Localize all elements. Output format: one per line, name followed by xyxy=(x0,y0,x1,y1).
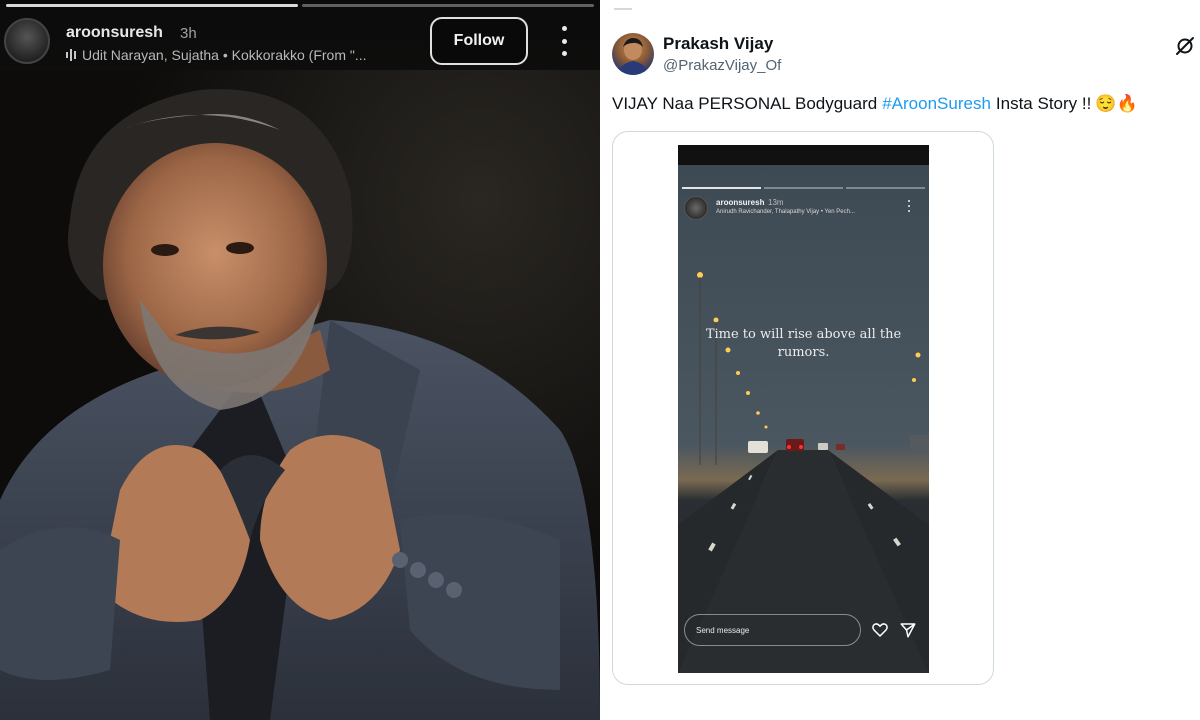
grok-icon[interactable] xyxy=(1174,35,1196,57)
paper-plane-icon xyxy=(900,623,916,638)
night-road-scene xyxy=(678,145,929,673)
mini-story-username: aroonsuresh xyxy=(716,198,765,207)
thread-connector xyxy=(614,8,632,10)
story-caption: Time to will rise above all the rumors. xyxy=(705,327,902,360)
mini-progress-segment xyxy=(682,187,761,189)
story-time: 3h xyxy=(180,25,197,42)
heart-icon xyxy=(872,623,888,637)
music-equalizer-icon xyxy=(66,48,76,62)
mini-progress-segment xyxy=(764,187,843,189)
instagram-story-left: aroonsuresh 3h Udit Narayan, Sujatha • K… xyxy=(0,0,600,720)
mini-story-progress-bar xyxy=(682,187,925,189)
mini-story-time: 13m xyxy=(768,198,784,207)
story-username[interactable]: aroonsuresh xyxy=(66,24,163,42)
embedded-story-screenshot: aroonsuresh 13m Anirudh Ravichander, Tha… xyxy=(678,145,929,673)
author-handle[interactable]: @PrakazVijay_Of xyxy=(663,57,781,74)
author-name[interactable]: Prakash Vijay xyxy=(663,34,773,54)
mini-progress-segment xyxy=(846,187,925,189)
more-vertical-icon[interactable] xyxy=(556,26,572,56)
mini-story-avatar xyxy=(684,196,708,220)
send-message-input: Send message xyxy=(684,614,861,646)
author-avatar[interactable] xyxy=(612,33,654,75)
tweet-media-card[interactable]: aroonsuresh 13m Anirudh Ravichander, Tha… xyxy=(612,131,994,685)
story-photo xyxy=(0,70,600,720)
mini-more-vertical-icon xyxy=(908,200,912,212)
story-music-info[interactable]: Udit Narayan, Sujatha • Kokkorakko (From… xyxy=(66,47,367,63)
tweet-text-end: Insta Story !! xyxy=(995,94,1092,113)
tweet-text-start: VIJAY Naa PERSONAL Bodyguard xyxy=(612,94,878,113)
story-progress-segment xyxy=(302,4,594,7)
story-progress-segment xyxy=(6,4,298,7)
tweet-emojis: 😌🔥 xyxy=(1095,94,1138,113)
mini-story-music: Anirudh Ravichander, Thalapathy Vijay • … xyxy=(716,209,855,215)
story-avatar[interactable] xyxy=(4,18,50,64)
story-music-label: Udit Narayan, Sujatha • Kokkorakko (From… xyxy=(82,47,367,63)
tweet: Prakash Vijay @PrakazVijay_Of VIJAY Naa … xyxy=(600,0,1200,720)
hashtag-link[interactable]: #AroonSuresh xyxy=(882,94,991,114)
tweet-text: VIJAY Naa PERSONAL Bodyguard #AroonSures… xyxy=(612,94,1138,114)
story-progress-bar xyxy=(6,4,594,7)
follow-button[interactable]: Follow xyxy=(430,17,528,65)
